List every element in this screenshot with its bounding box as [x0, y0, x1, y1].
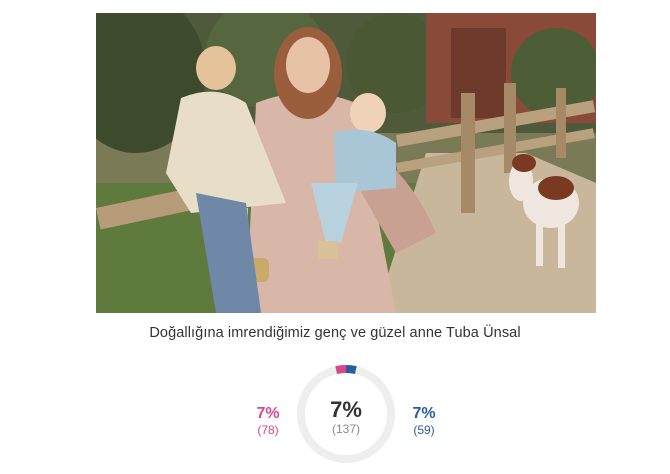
article-photo [96, 13, 596, 313]
gauge-center: 7% (137) [296, 397, 396, 437]
male-percent: 7% [412, 405, 436, 422]
total-count: (137) [331, 422, 360, 436]
photo-caption: Doğallığına imrendiğimiz genç ve güzel a… [149, 325, 521, 341]
vote-gauge: 7% (137) [296, 364, 396, 464]
female-count: (78) [257, 423, 279, 437]
male-count: (59) [413, 423, 435, 437]
total-percent: 7% [330, 397, 362, 422]
gauge-arc-male [345, 364, 357, 375]
photo-illustration [96, 13, 596, 313]
male-stat: 7% (59) [404, 405, 444, 437]
female-percent: 7% [256, 405, 280, 422]
gauge-arc-female [335, 364, 347, 375]
female-stat: 7% (78) [248, 405, 288, 437]
